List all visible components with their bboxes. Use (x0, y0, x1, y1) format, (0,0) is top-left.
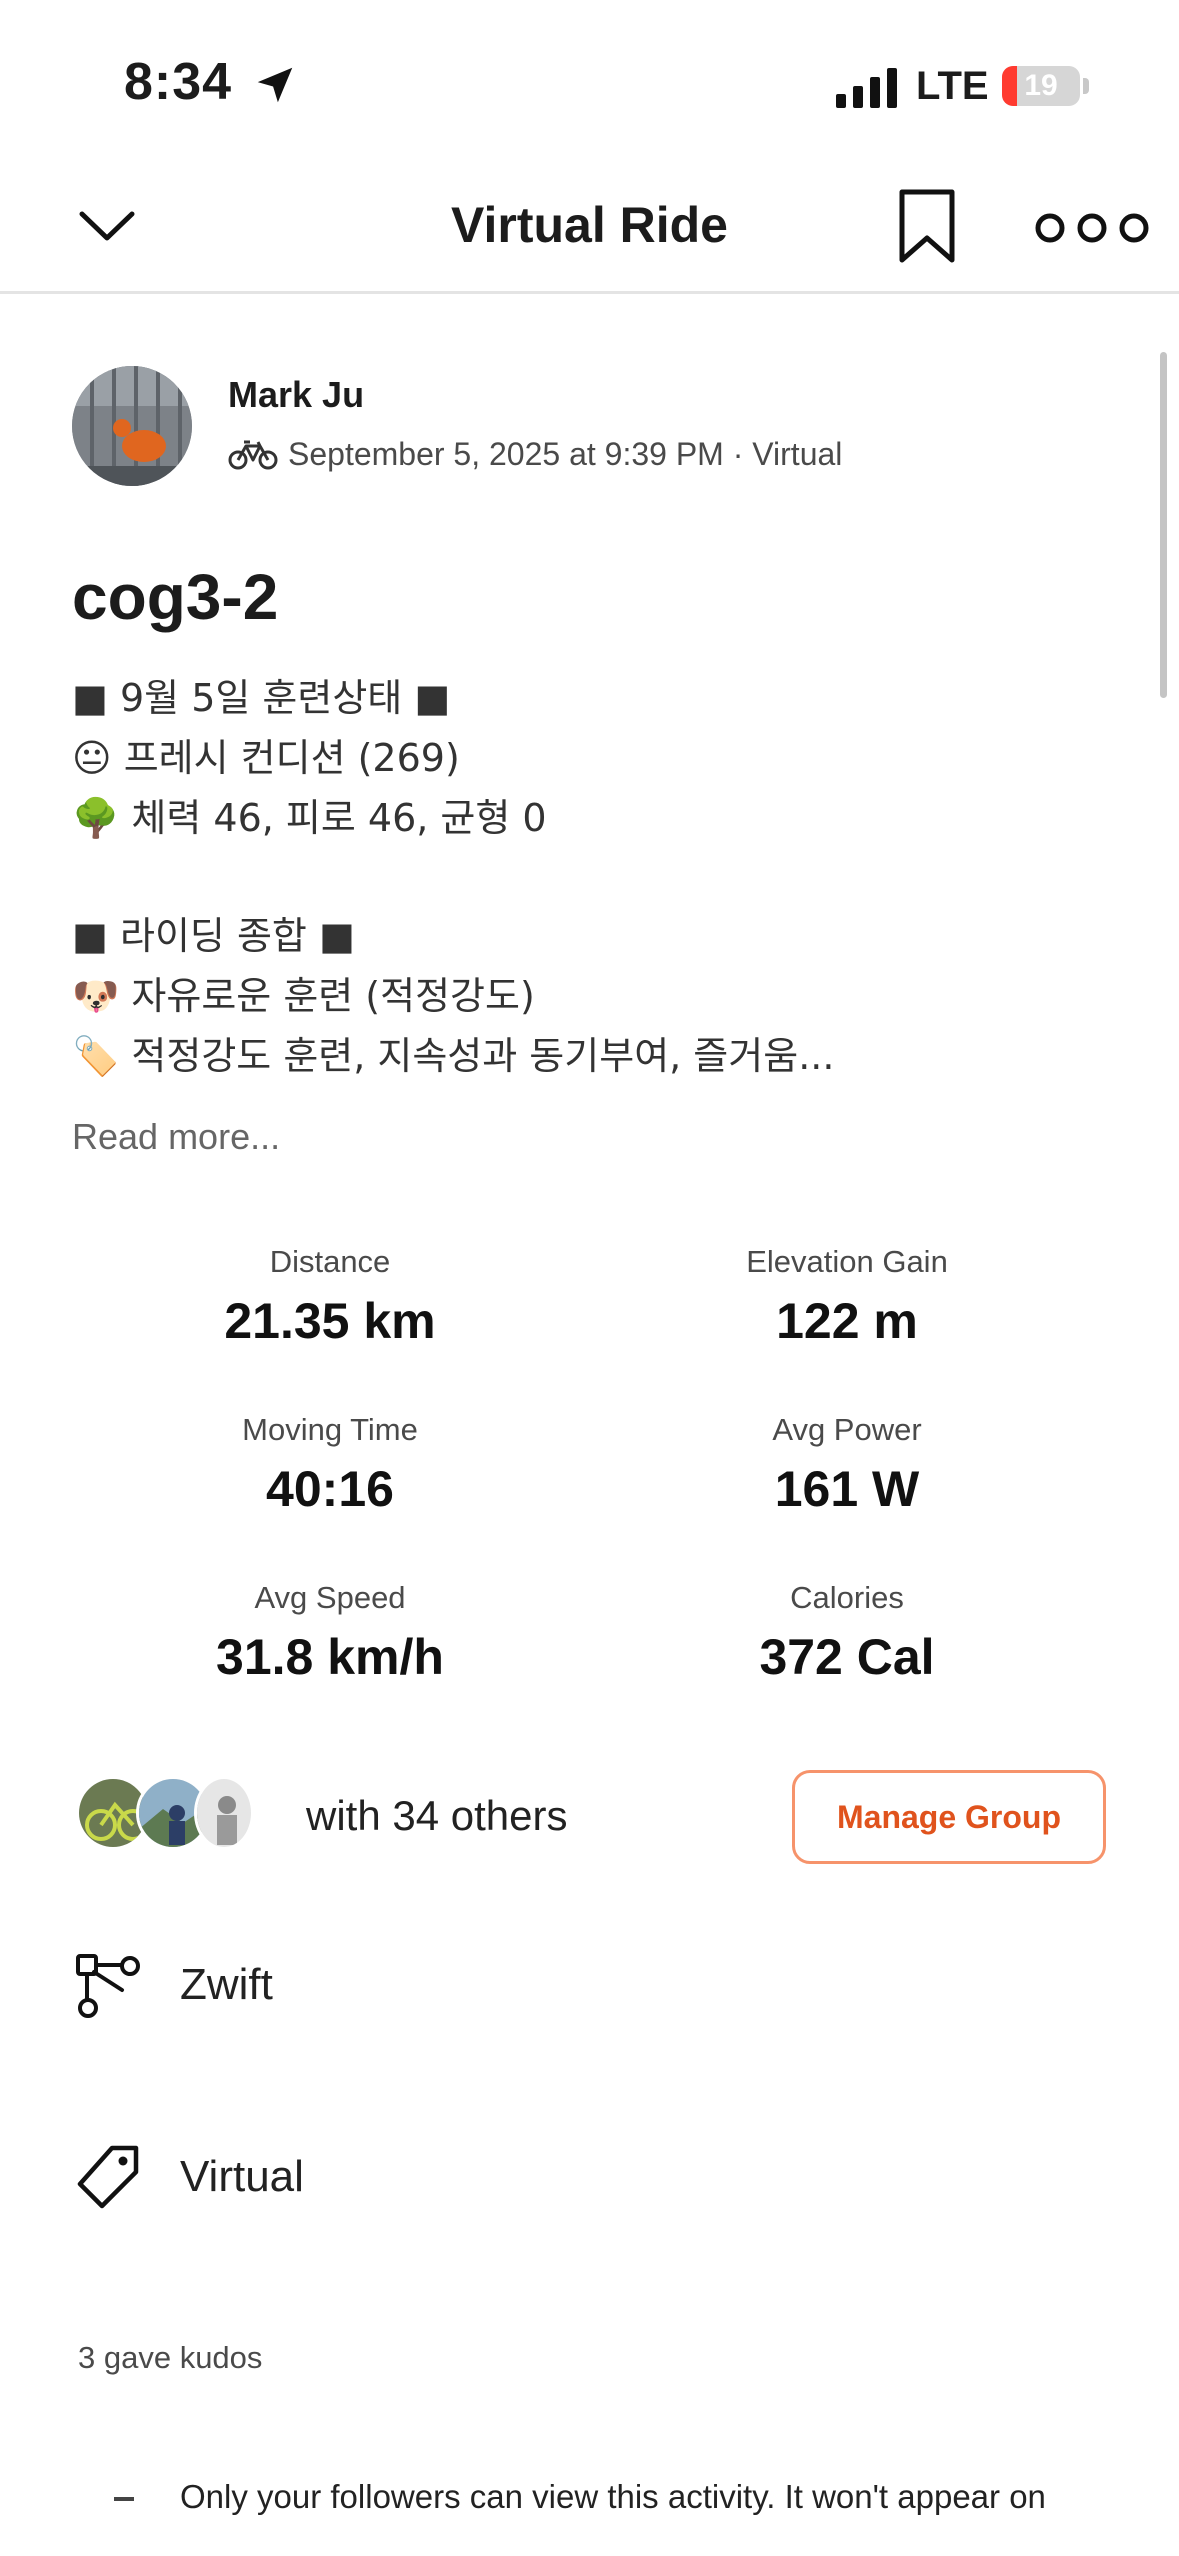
battery-tip (1083, 78, 1089, 94)
description-line: 😐 프레시 컨디션 (269) (72, 736, 460, 780)
stat-value: 372 Cal (759, 1629, 935, 1685)
stat-moving-time: Moving Time 40:16 (100, 1412, 560, 1518)
group-others-text[interactable]: with 34 others (306, 1792, 567, 1840)
activity-title: cog3-2 (72, 561, 279, 633)
avatar-image (72, 366, 192, 486)
network-type: LTE (916, 64, 989, 108)
stat-label: Avg Power (772, 1412, 922, 1447)
stat-distance: Distance 21.35 km (100, 1244, 560, 1350)
description-line: ■ 라이딩 종합 ■ (72, 914, 355, 958)
tag-icon (77, 2145, 139, 2209)
tag-label[interactable]: Virtual (180, 2152, 304, 2202)
bike-icon (228, 440, 278, 470)
stat-value: 122 m (776, 1293, 918, 1349)
read-more-link[interactable]: Read more... (72, 1116, 280, 1158)
stat-label: Avg Speed (254, 1580, 406, 1615)
cellular-signal-icon (836, 68, 897, 108)
scroll-indicator[interactable] (1160, 352, 1167, 698)
stat-label: Calories (790, 1580, 904, 1615)
description-line: 🏷️ 적정강도 훈련, 지속성과 동기부여, 즐거움... (72, 1034, 835, 1078)
activity-description: ■ 9월 5일 훈련상태 ■ 😐 프레시 컨디션 (269) 🌳 체력 46, … (72, 668, 1072, 1086)
manage-group-button[interactable]: Manage Group (792, 1770, 1106, 1864)
status-bar: 8:34 LTE 19 (0, 0, 1179, 160)
page-title: Virtual Ride (451, 197, 728, 253)
description-line: 🐶 자유로운 훈련 (적정강도) (72, 974, 535, 1018)
stat-calories: Calories 372 Cal (617, 1580, 1077, 1686)
description-line: 🌳 체력 46, 피로 46, 균형 0 (72, 796, 547, 840)
bookmark-icon[interactable] (896, 188, 958, 264)
status-time: 8:34 (124, 53, 233, 111)
stat-label: Moving Time (242, 1412, 418, 1447)
battery-indicator: 19 (1002, 66, 1080, 106)
device-network-icon (76, 1954, 140, 2018)
description-blank-line (72, 848, 1072, 906)
athlete-name[interactable]: Mark Ju (228, 374, 364, 416)
privacy-notice: Only your followers can view this activi… (180, 2478, 1046, 2515)
stat-avg-speed: Avg Speed 31.8 km/h (100, 1580, 560, 1686)
stat-elevation-gain: Elevation Gain 122 m (617, 1244, 1077, 1350)
privacy-icon (114, 2497, 134, 2501)
activity-meta: September 5, 2025 at 9:39 PM · Virtual (288, 436, 843, 472)
avatar[interactable] (72, 366, 192, 486)
stat-value: 161 W (774, 1461, 920, 1517)
device-label[interactable]: Zwift (180, 1960, 273, 2010)
location-arrow-icon (257, 67, 293, 103)
description-line: ■ 9월 5일 훈련상태 ■ (72, 676, 451, 720)
kudos-count[interactable]: 3 gave kudos (78, 2340, 262, 2376)
stat-label: Elevation Gain (746, 1244, 948, 1279)
battery-level: 19 (1024, 69, 1058, 102)
stat-avg-power: Avg Power 161 W (617, 1412, 1077, 1518)
group-avatars[interactable] (76, 1776, 276, 1852)
stat-value: 40:16 (266, 1461, 394, 1517)
more-horizontal-icon[interactable] (1032, 210, 1152, 246)
group-member-avatar (194, 1776, 254, 1850)
stat-value: 31.8 km/h (216, 1629, 444, 1685)
stat-label: Distance (269, 1244, 391, 1279)
stat-value: 21.35 km (224, 1293, 436, 1349)
top-navigation-bar: Virtual Ride (0, 160, 1179, 294)
